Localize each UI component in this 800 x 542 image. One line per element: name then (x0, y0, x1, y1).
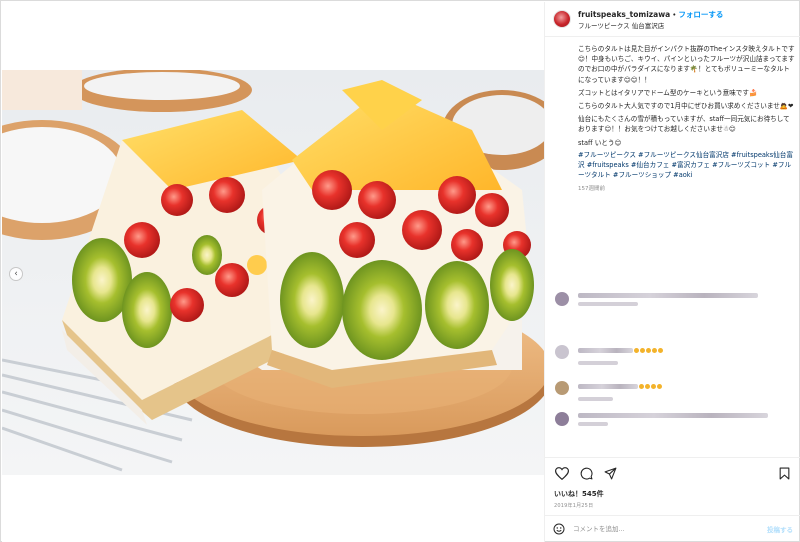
add-comment-bar: 投稿する (545, 516, 800, 542)
fruit-tart-image (2, 70, 544, 475)
post-modal: ‹ fruitspeaks_tomizawa • フォローする フルーツピークス 仙… (0, 0, 800, 542)
author-info: fruitspeaks_tomizawa • フォローする フルーツピークス 仙台富… (578, 6, 723, 32)
post-location[interactable]: フルーツピークス 仙台富沢店 (578, 21, 723, 32)
comment-text-blurred (569, 412, 768, 426)
caption-hashtags[interactable]: #フルーツピークス #フルーツピークス仙台富沢店 #fruitspeaks仙台富… (578, 150, 796, 181)
comment-text-blurred (569, 292, 758, 306)
share-icon[interactable] (601, 464, 619, 482)
comment-row (555, 338, 663, 365)
post-caption: こちらのタルトは見た目がインパクト抜群のTheインスタ映えタルトです😊！中身もい… (578, 44, 796, 195)
post-actions (553, 464, 793, 482)
comment-row (555, 412, 768, 426)
caption-paragraph-3: こちらのタルト大人気ですので1月中にぜひお買い求めくださいませ🙇❤ (578, 102, 794, 111)
caption-paragraph-1: こちらのタルトは見た目がインパクト抜群のTheインスタ映えタルトです😊！中身もい… (578, 45, 795, 84)
post-comment-button[interactable]: 投稿する (767, 524, 793, 534)
commenter-avatar[interactable] (555, 292, 569, 306)
comment-text-blurred (569, 338, 663, 365)
post-header: fruitspeaks_tomizawa • フォローする フルーツピークス 仙台富… (545, 2, 800, 37)
post-media-area: ‹ (2, 2, 544, 542)
likes-count[interactable]: いいね！545件 (554, 489, 604, 499)
follow-button[interactable]: フォローする (678, 10, 723, 19)
emoji-icon[interactable] (553, 520, 565, 539)
commenter-avatar[interactable] (555, 412, 569, 426)
caption-time-ago: 157週間前 (578, 186, 605, 193)
divider (545, 457, 800, 458)
author-avatar[interactable] (553, 10, 571, 28)
author-username[interactable]: fruitspeaks_tomizawa (578, 10, 670, 19)
heart-icon[interactable] (553, 464, 571, 482)
previous-photo-button[interactable]: ‹ (9, 267, 23, 281)
comment-row (555, 292, 758, 306)
comment-input[interactable] (573, 525, 767, 533)
commenter-avatar[interactable] (555, 380, 569, 395)
post-photo[interactable] (2, 70, 544, 475)
post-date: 2019年1月25日 (554, 503, 594, 509)
comment-icon[interactable] (577, 464, 595, 482)
commenter-avatar[interactable] (555, 344, 569, 359)
bookmark-icon[interactable] (775, 464, 793, 482)
caption-staff: staff いとう😊 (578, 138, 622, 147)
comment-text-blurred (569, 374, 662, 401)
caption-paragraph-4: 仙台にもたくさんの雪が積もっていますが、staff一同元気にお待ちしております😊… (578, 115, 790, 134)
post-side-panel: fruitspeaks_tomizawa • フォローする フルーツピークス 仙台富… (544, 2, 800, 542)
separator-dot: • (672, 11, 677, 19)
comment-row (555, 374, 662, 401)
caption-paragraph-2: ズコットとはイタリアでドーム型のケーキという意味です🍰 (578, 88, 758, 97)
